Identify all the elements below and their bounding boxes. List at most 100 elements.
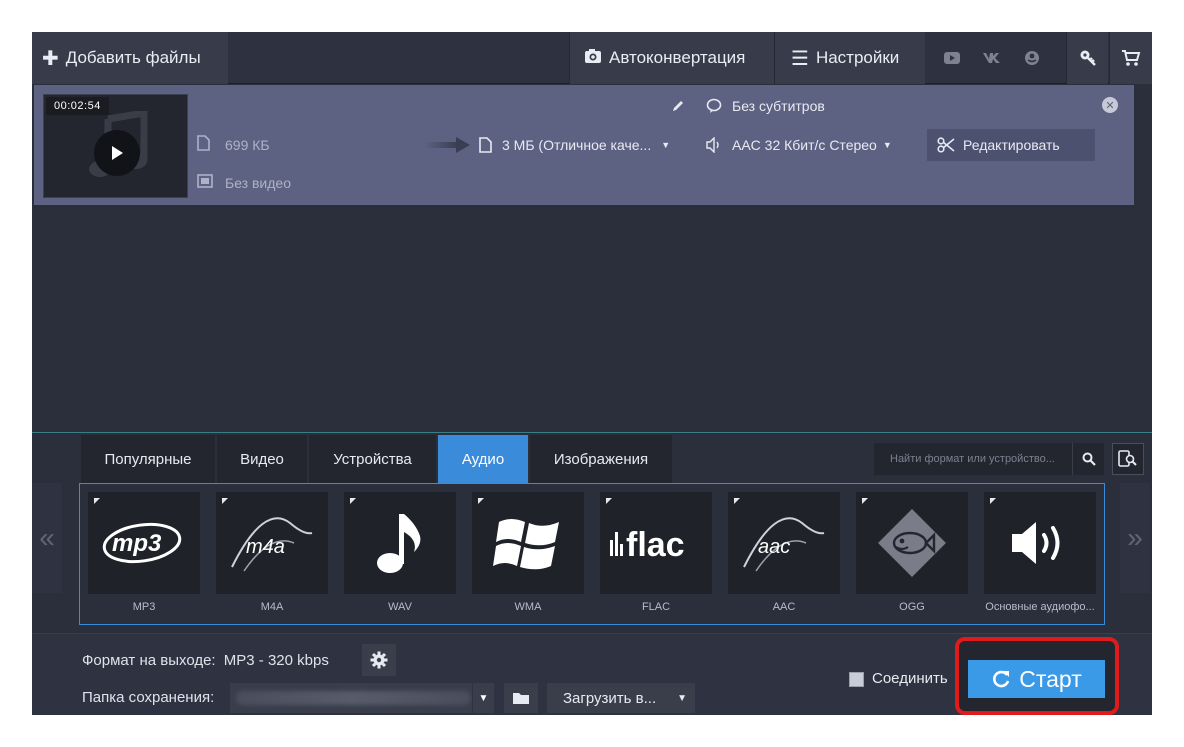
format-label-wma: WMA xyxy=(514,601,542,613)
format-search-input[interactable]: Найти формат или устройство... xyxy=(874,443,1072,475)
format-card-ogg[interactable] xyxy=(856,492,968,594)
upload-label: Загрузить в... xyxy=(563,689,657,707)
format-label-aac: AAC xyxy=(772,601,796,613)
caret-down-icon: ▼ xyxy=(661,140,671,150)
format-card-m4a[interactable]: m4a xyxy=(216,492,328,594)
converter-window: ✚ Добавить файлы Автоконвертация ☰ Настр… xyxy=(32,32,1152,715)
settings-button[interactable]: ☰ Настройки xyxy=(774,32,925,84)
gear-icon xyxy=(370,651,388,669)
format-label-flac: FLAC xyxy=(641,601,671,613)
file-icon xyxy=(479,137,492,153)
caret-down-icon: ▼ xyxy=(882,140,892,150)
vk-icon[interactable] xyxy=(972,32,1012,84)
format-tabs: Популярные Видео Устройства Аудио Изобра… xyxy=(81,435,674,483)
speaker-logo-icon xyxy=(984,492,1096,594)
cart-button[interactable] xyxy=(1109,32,1152,84)
audio-dropdown[interactable]: AAC 32 Кбит/с Стерео ▼ xyxy=(706,137,892,153)
play-button[interactable] xyxy=(94,130,140,176)
start-label: Старт xyxy=(1019,665,1082,692)
tab-devices[interactable]: Устройства xyxy=(309,435,436,483)
join-label: Соединить xyxy=(872,670,948,687)
tab-audio[interactable]: Аудио xyxy=(438,435,528,483)
video-info: Без видео xyxy=(197,174,291,191)
edit-button[interactable]: Редактировать xyxy=(927,129,1095,161)
caret-down-icon: ▼ xyxy=(677,692,687,704)
device-search-button[interactable] xyxy=(1112,443,1144,475)
speech-bubble-icon xyxy=(706,98,722,114)
format-card-aac[interactable]: aac xyxy=(728,492,840,594)
close-icon[interactable]: ✕ xyxy=(1102,97,1118,113)
youtube-icon[interactable] xyxy=(932,32,972,84)
key-button[interactable] xyxy=(1066,32,1108,84)
save-folder-label: Папка сохранения: xyxy=(82,689,215,706)
scroll-right-button[interactable]: » xyxy=(1120,483,1150,593)
output-format-label-text: Формат на выходе: xyxy=(82,652,216,669)
file-row[interactable]: 00:02:54 699 КБ Без видео 3 МБ (Отличное… xyxy=(34,85,1134,205)
bottom-bar: Формат на выходе: MP3 - 320 kbps Папка с… xyxy=(32,633,1152,715)
m4a-logo-icon: m4a xyxy=(216,492,328,594)
rename-button[interactable] xyxy=(671,99,685,118)
format-label-basic-audio: Основные аудиофо... xyxy=(985,601,1095,613)
format-settings-button[interactable] xyxy=(362,644,396,676)
folder-path-redacted xyxy=(236,691,471,705)
svg-text:aac: aac xyxy=(758,536,790,558)
film-icon xyxy=(197,174,215,191)
start-button[interactable]: Старт xyxy=(968,660,1105,698)
format-card-basic-audio[interactable] xyxy=(984,492,1096,594)
svg-text:flac: flac xyxy=(626,526,685,564)
format-card-wma[interactable] xyxy=(472,492,584,594)
format-card-wav[interactable] xyxy=(344,492,456,594)
scroll-left-button[interactable]: « xyxy=(32,483,62,593)
save-folder-select[interactable]: ▼ xyxy=(230,683,494,713)
menu-icon: ☰ xyxy=(791,47,809,70)
format-panel: Популярные Видео Устройства Аудио Изобра… xyxy=(32,432,1152,633)
output-size-text: 3 МБ (Отличное каче... xyxy=(502,137,652,153)
folder-icon xyxy=(513,693,529,704)
ogg-fish-logo-icon xyxy=(856,492,968,594)
audio-text: AAC 32 Кбит/с Стерео xyxy=(732,137,877,153)
tab-images[interactable]: Изображения xyxy=(530,435,672,483)
video-info-text: Без видео xyxy=(225,174,291,191)
plus-icon: ✚ xyxy=(42,47,59,70)
key-icon xyxy=(1080,50,1096,66)
subtitles-text: Без субтитров xyxy=(732,98,825,114)
eye-icon xyxy=(584,47,602,70)
note-logo-icon xyxy=(344,492,456,594)
file-list: 00:02:54 699 КБ Без видео 3 МБ (Отличное… xyxy=(32,84,1152,432)
file-thumbnail[interactable]: 00:02:54 xyxy=(43,94,188,198)
add-files-label: Добавить файлы xyxy=(65,48,201,67)
upload-to-dropdown[interactable]: Загрузить в... ▼ xyxy=(547,683,695,713)
svg-text:m4a: m4a xyxy=(246,536,285,558)
mp3-logo-icon: mp3 xyxy=(88,492,200,594)
format-label-ogg: OGG xyxy=(899,601,925,613)
input-size: 699 КБ xyxy=(197,135,270,154)
output-format-label: Формат на выходе: MP3 - 320 kbps xyxy=(82,652,329,669)
pencil-icon xyxy=(673,101,683,111)
open-folder-button[interactable] xyxy=(504,683,538,713)
aac-logo-icon: aac xyxy=(728,492,840,594)
format-card-flac[interactable]: flac xyxy=(600,492,712,594)
subtitles-dropdown[interactable]: Без субтитров xyxy=(706,98,825,114)
odnoklassniki-icon[interactable] xyxy=(1012,32,1052,84)
tab-video[interactable]: Видео xyxy=(217,435,307,483)
windows-logo-icon xyxy=(472,492,584,594)
autoconvert-label: Автоконвертация xyxy=(609,48,746,67)
format-label-mp3: MP3 xyxy=(132,601,156,613)
input-size-text: 699 КБ xyxy=(225,136,270,153)
settings-label: Настройки xyxy=(815,48,900,67)
tab-popular[interactable]: Популярные xyxy=(81,435,215,483)
svg-text:mp3: mp3 xyxy=(112,530,162,557)
output-format-value: MP3 - 320 kbps xyxy=(223,652,329,669)
refresh-icon xyxy=(991,669,1011,689)
output-size-dropdown[interactable]: 3 МБ (Отличное каче... ▼ xyxy=(479,137,670,153)
file-icon xyxy=(197,135,215,154)
autoconvert-button[interactable]: Автоконвертация xyxy=(569,32,774,84)
join-checkbox[interactable] xyxy=(849,672,864,687)
speaker-icon xyxy=(706,137,722,153)
add-files-button[interactable]: ✚ Добавить файлы xyxy=(32,32,228,84)
format-label-m4a: M4A xyxy=(260,601,284,613)
format-card-mp3[interactable]: mp3 xyxy=(88,492,200,594)
start-highlight-frame: Старт xyxy=(955,637,1119,715)
search-button[interactable] xyxy=(1072,443,1104,475)
cart-icon xyxy=(1122,50,1141,66)
